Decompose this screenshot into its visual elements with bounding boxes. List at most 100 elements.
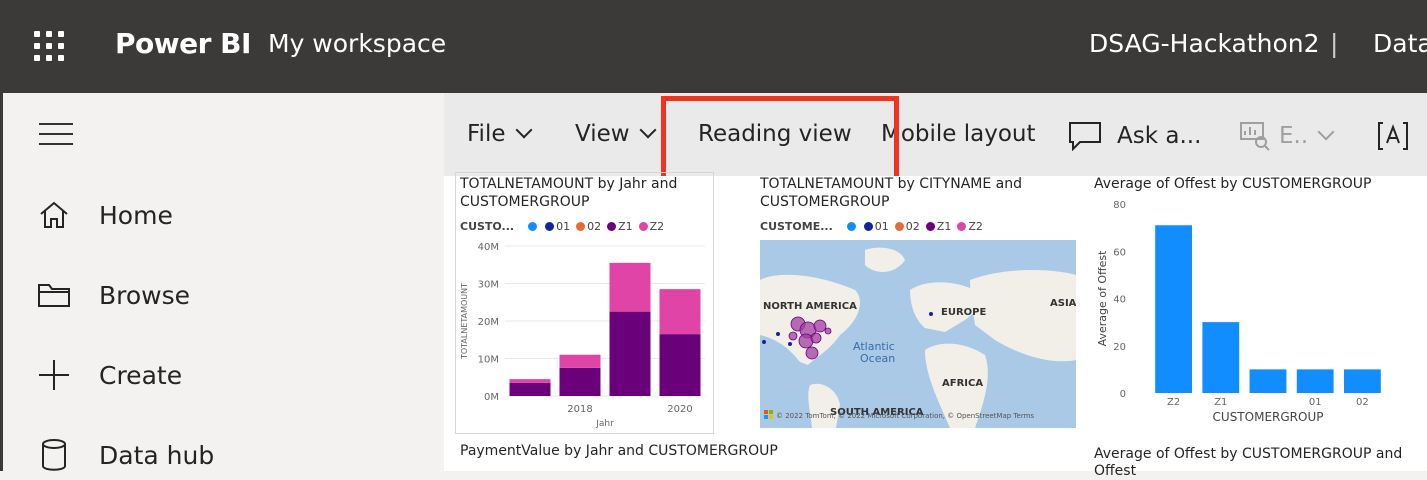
legend-swatch [863, 222, 873, 231]
workspace-link[interactable]: My workspace [268, 29, 446, 58]
hamburger-menu-icon[interactable] [39, 123, 73, 145]
mobile-layout-button[interactable]: Mobile layout [881, 121, 1036, 147]
map-bubble [788, 331, 798, 341]
ask-question-button[interactable]: Ask a... [1068, 121, 1201, 151]
stacked-bar-chart[interactable]: 0M 10M 20M 30M 40M 2018 2020 Jahr TOTALNETAMOUNT [455, 235, 713, 460]
nav-item-data-hub[interactable]: Data hub [35, 435, 214, 475]
top-bar: Power BI My workspace DSAG-Hackathon2 | … [0, 0, 1427, 93]
legend-item: 02 [905, 220, 920, 233]
map-label-africa: AFRICA [942, 378, 983, 389]
map-visual[interactable]: NORTH AMERICA EUROPE ASIA Atlantic Ocean… [760, 240, 1076, 428]
bar-segment-z1 [559, 367, 601, 396]
report-name[interactable]: DSAG-Hackathon2 [1089, 29, 1320, 58]
map-label-asia: ASIA [1050, 298, 1076, 309]
legend-item: Z1 [936, 220, 952, 233]
app-launcher-icon[interactable] [34, 31, 66, 63]
column-chart[interactable]: 0 20 40 60 80 Z2 Z1 01 02 CUSTOMERGROUP Average of… [1092, 196, 1398, 432]
explore-label: E.. [1279, 123, 1309, 149]
map-bubble [776, 332, 780, 336]
view-menu[interactable]: View [575, 121, 657, 147]
visual-title-line2: Offest [1094, 463, 1137, 479]
nav-item-create[interactable]: Create [35, 355, 182, 395]
x-axis-title: Jahr [595, 419, 614, 429]
map-bubble [788, 342, 792, 346]
legend-title: CUSTOME... [760, 220, 833, 233]
y-axis-title: TOTALNETAMOUNT [460, 283, 469, 360]
x-tick-label: 2020 [667, 404, 692, 415]
visual-title: PaymentValue by Jahr and CUSTOMERGROUP [460, 443, 778, 459]
folder-icon [35, 278, 73, 312]
bar [1202, 322, 1240, 393]
bar [1343, 369, 1381, 393]
y-tick-label: 80 [1113, 200, 1126, 211]
map-bubble [929, 312, 933, 316]
y-tick-label: 20M [478, 317, 499, 328]
explore-button[interactable]: E.. [1239, 121, 1335, 151]
nav-item-label: Home [99, 200, 173, 230]
legend-swatch [846, 222, 856, 231]
y-tick-label: 0 [1120, 389, 1126, 400]
chart-legend: CUSTOME... 01 02 Z1 Z2 [760, 220, 983, 233]
map-bubble [798, 333, 814, 349]
legend-swatch [545, 222, 555, 231]
y-tick-label: 40M [478, 242, 499, 253]
map-copyright: © 2022 TomTom, © 2022 Microsoft Corporat… [776, 412, 1034, 420]
map-bubble [762, 340, 766, 344]
bar-segment-z2 [559, 354, 601, 368]
file-menu[interactable]: File [467, 121, 532, 147]
bar-segment-z2 [509, 379, 551, 383]
x-tick-label: Z2 [1167, 397, 1180, 408]
report-toolbar: File View Reading view Mobile layout Ask… [444, 93, 1427, 176]
legend-swatch [576, 222, 586, 231]
legend-swatch [894, 222, 904, 231]
bar [1155, 225, 1193, 393]
chevron-down-icon [639, 121, 657, 139]
legend-swatch [607, 222, 617, 231]
file-menu-label: File [467, 121, 506, 147]
legend-swatch [528, 222, 538, 231]
nav-item-browse[interactable]: Browse [35, 275, 190, 315]
legend-item: Z2 [649, 220, 665, 233]
view-menu-label: View [575, 121, 630, 147]
legend-title: CUSTO... [460, 220, 515, 233]
nav-item-label: Data hub [99, 440, 215, 470]
x-tick-label: Z1 [1214, 397, 1227, 408]
x-tick-label: 2018 [567, 404, 592, 415]
nav-item-home[interactable]: Home [35, 195, 173, 235]
y-tick-label: 40 [1113, 295, 1126, 306]
legend-swatch [638, 222, 648, 231]
x-tick-label: 01 [1309, 397, 1322, 408]
visual-title: Average of Offest by CUSTOMERGROUP and [1094, 446, 1403, 462]
legend-swatch [925, 222, 935, 231]
legend-item: 01 [556, 220, 571, 233]
legend-item: 02 [587, 220, 602, 233]
text-format-icon[interactable] [1377, 121, 1409, 151]
map-bubble [810, 332, 822, 344]
app-name[interactable]: Power BI [115, 27, 251, 60]
bar [1296, 369, 1334, 393]
map-bubble [805, 346, 819, 360]
nav-item-label: Browse [99, 280, 191, 310]
bar [1249, 369, 1287, 393]
visual-title: Average of Offest by CUSTOMERGROUP [1094, 176, 1372, 192]
explore-data-icon [1240, 122, 1270, 151]
chat-icon [1069, 122, 1101, 151]
legend-item: Z2 [968, 220, 983, 233]
nav-item-label: Create [99, 360, 183, 390]
y-tick-label: 30M [478, 280, 499, 291]
legend-swatch [957, 222, 967, 231]
breadcrumb-separator: | [1330, 29, 1339, 58]
plus-icon [35, 358, 73, 392]
dataset-label[interactable]: Data [1373, 29, 1427, 58]
x-axis-title: CUSTOMERGROUP [1213, 410, 1324, 424]
map-label-ocean: Ocean [860, 352, 895, 365]
chevron-down-icon [1317, 123, 1335, 141]
x-tick-label: 02 [1356, 397, 1369, 408]
map-label-europe: EUROPE [941, 307, 986, 318]
y-axis-title: Average of Offest [1096, 250, 1109, 347]
home-icon [35, 198, 73, 232]
y-tick-label: 0M [484, 392, 499, 403]
map-bubble [813, 319, 827, 333]
visual-title: TOTALNETAMOUNT by CITYNAME and CUSTOMERG… [760, 176, 1022, 210]
bar-segment-z1 [659, 334, 701, 396]
